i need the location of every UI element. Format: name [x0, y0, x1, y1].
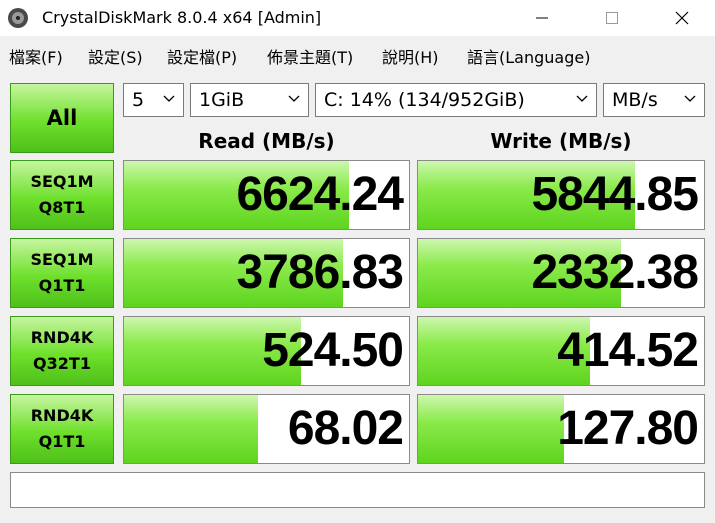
- chevron-down-icon: [576, 95, 588, 102]
- write-value: 2332.38: [531, 246, 699, 299]
- seq1m-q8t1-read-result: 6624.24: [123, 160, 410, 230]
- write-column-header: Write (MB/s): [490, 129, 632, 153]
- maximize-button[interactable]: [589, 0, 635, 36]
- seq1m-q8t1-write-result: 5844.85: [417, 160, 705, 230]
- rnd4k-q1t1-write-result: 127.80: [417, 394, 705, 464]
- menu-theme[interactable]: 佈景主題(T): [267, 44, 353, 68]
- write-value: 127.80: [557, 402, 699, 455]
- menu-profile[interactable]: 設定檔(P): [167, 44, 237, 68]
- test-count-select[interactable]: 5: [123, 83, 184, 117]
- rnd4k-q32t1-write-result: 414.52: [417, 316, 705, 386]
- drive-select[interactable]: C: 14% (134/952GiB): [315, 83, 597, 117]
- menu-bar: 檔案(F) 設定(S) 設定檔(P) 佈景主題(T) 說明(H) 語言(Lang…: [0, 36, 715, 72]
- seq1m-q1t1-read-result: 3786.83: [123, 238, 410, 308]
- chevron-down-icon: [684, 95, 696, 102]
- menu-settings[interactable]: 設定(S): [88, 44, 143, 68]
- unit-value: MB/s: [612, 89, 658, 111]
- write-value: 5844.85: [531, 168, 699, 221]
- write-progress-bar: [418, 395, 564, 463]
- test-name-line1: SEQ1M: [30, 250, 94, 269]
- test-count-value: 5: [132, 89, 145, 111]
- seq1m-q1t1-test-button[interactable]: SEQ1M Q1T1: [10, 238, 114, 308]
- title-bar: CrystalDiskMark 8.0.4 x64 [Admin]: [0, 0, 715, 37]
- window-title: CrystalDiskMark 8.0.4 x64 [Admin]: [42, 8, 322, 27]
- close-button[interactable]: [659, 0, 705, 36]
- drive-value: C: 14% (134/952GiB): [324, 89, 525, 111]
- rnd4k-q32t1-test-button[interactable]: RND4K Q32T1: [10, 316, 114, 386]
- app-disk-icon: [8, 8, 28, 28]
- menu-help[interactable]: 說明(H): [382, 44, 439, 68]
- all-button[interactable]: All: [10, 83, 114, 153]
- test-size-select[interactable]: 1GiB: [190, 83, 309, 117]
- chevron-down-icon: [163, 95, 175, 102]
- chevron-down-icon: [288, 95, 300, 102]
- seq1m-q8t1-test-button[interactable]: SEQ1M Q8T1: [10, 160, 114, 230]
- unit-select[interactable]: MB/s: [603, 83, 705, 117]
- test-name-line1: RND4K: [30, 406, 94, 425]
- test-name-line2: Q1T1: [38, 276, 86, 295]
- menu-language[interactable]: 語言(Language): [467, 44, 590, 68]
- write-value: 414.52: [557, 324, 699, 377]
- minimize-button[interactable]: [519, 0, 565, 36]
- read-value: 68.02: [287, 402, 404, 455]
- read-value: 524.50: [262, 324, 404, 377]
- test-name-line1: RND4K: [30, 328, 94, 347]
- test-name-line2: Q32T1: [33, 354, 91, 373]
- rnd4k-q1t1-test-button[interactable]: RND4K Q1T1: [10, 394, 114, 464]
- seq1m-q1t1-write-result: 2332.38: [417, 238, 705, 308]
- rnd4k-q1t1-read-result: 68.02: [123, 394, 410, 464]
- read-value: 3786.83: [236, 246, 404, 299]
- test-name-line2: Q8T1: [38, 198, 86, 217]
- minimize-icon: [536, 17, 548, 19]
- close-icon: [675, 11, 689, 25]
- menu-file[interactable]: 檔案(F): [9, 44, 63, 68]
- test-size-value: 1GiB: [199, 89, 245, 111]
- read-column-header: Read (MB/s): [198, 129, 335, 153]
- test-name-line1: SEQ1M: [30, 172, 94, 191]
- maximize-icon: [606, 12, 618, 24]
- test-name-line2: Q1T1: [38, 432, 86, 451]
- rnd4k-q32t1-read-result: 524.50: [123, 316, 410, 386]
- read-value: 6624.24: [236, 168, 404, 221]
- comment-field[interactable]: [10, 472, 705, 508]
- read-progress-bar: [124, 395, 258, 463]
